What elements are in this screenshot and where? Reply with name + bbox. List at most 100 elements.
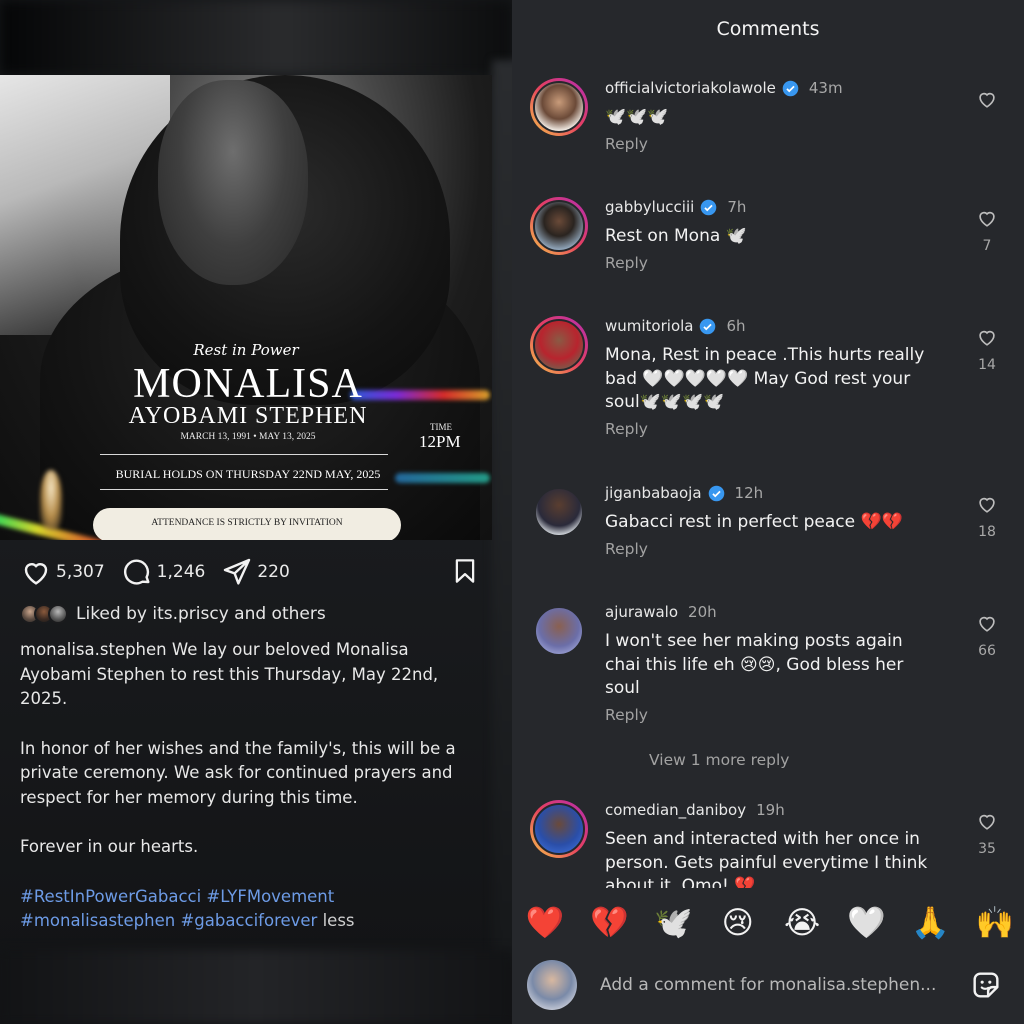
comment-like-count: 18 <box>978 524 996 540</box>
comment-username[interactable]: ajurawalo <box>605 603 678 621</box>
comment-like-count: 7 <box>982 238 992 254</box>
comment-username[interactable]: gabbylucciii <box>605 198 694 216</box>
avatar[interactable] <box>530 800 588 858</box>
poster-burial-info: BURIAL HOLDS ON THURSDAY 22ND MAY, 2025 <box>115 467 381 481</box>
liked-by-text: Liked by its.priscy and others <box>76 604 326 624</box>
emoji-dove[interactable]: 🕊️ <box>654 903 694 943</box>
candle-glow <box>40 470 62 530</box>
comment-like-button[interactable]: 7 <box>972 207 1002 254</box>
comment-like-count: 35 <box>978 841 996 857</box>
post-image[interactable]: Rest in Power MONALISA AYOBAMI STEPHEN M… <box>0 75 492 540</box>
poster-dates: MARCH 13, 1991 • MAY 13, 2025 <box>180 432 316 442</box>
save-button[interactable] <box>450 555 480 591</box>
avatar[interactable] <box>530 197 588 255</box>
reply-button[interactable]: Reply <box>605 540 935 558</box>
avatar[interactable] <box>530 78 588 136</box>
emoji-crying[interactable]: 😢 <box>718 903 758 943</box>
heart-icon <box>979 497 995 513</box>
comment-text: 🕊️🕊️🕊️ <box>605 107 669 127</box>
poster-divider <box>100 489 388 490</box>
comment-time: 12h <box>734 484 764 502</box>
liker-avatar <box>48 604 68 624</box>
emoji-raised-hands[interactable]: 🙌 <box>975 903 1015 943</box>
poster-time: 12PM <box>419 432 461 451</box>
comment-time: 43m <box>808 79 843 97</box>
avatar-image <box>533 319 585 371</box>
caption-paragraph: In honor of her wishes and the family's,… <box>20 738 456 807</box>
verified-badge-icon <box>700 318 716 334</box>
emoji-folded-hands[interactable]: 🙏 <box>911 903 951 943</box>
reply-button[interactable]: Reply <box>605 135 935 153</box>
caption-paragraph: Forever in our hearts. <box>20 837 199 856</box>
heart-icon <box>979 330 995 346</box>
avatar-image <box>534 606 584 656</box>
reply-button[interactable]: Reply <box>605 254 935 272</box>
liked-by-row[interactable]: Liked by its.priscy and others <box>20 604 326 624</box>
avatar-image <box>533 200 585 252</box>
emoji-red-heart[interactable]: ❤️ <box>525 903 565 943</box>
blurred-backdrop-bottom <box>0 950 512 1024</box>
comment-button[interactable]: 1,246 <box>121 556 206 588</box>
share-count: 220 <box>257 562 290 582</box>
reply-button[interactable]: Reply <box>605 420 935 438</box>
like-button[interactable]: 5,307 <box>20 556 105 588</box>
caption-paragraph: monalisa.stephen We lay our beloved Mona… <box>20 640 439 708</box>
comment-like-button[interactable] <box>972 88 1002 119</box>
heart-icon <box>979 211 995 227</box>
comment-username[interactable]: jiganbabaoja <box>605 484 702 502</box>
comment-text: Mona, Rest in peace .This hurts really b… <box>605 345 925 412</box>
comment-like-button[interactable]: 35 <box>972 810 1002 857</box>
caption-hashtags[interactable]: #monalisastephen #gabacciforever <box>20 911 317 930</box>
comment-like-count: 14 <box>978 357 996 373</box>
comment-like-button[interactable]: 14 <box>972 326 1002 373</box>
heart-icon <box>979 616 995 632</box>
emoji-sobbing[interactable]: 😭 <box>782 903 822 943</box>
share-button[interactable]: 220 <box>221 556 290 588</box>
heart-icon <box>979 92 995 108</box>
comment-username[interactable]: officialvictoriakolawole <box>605 79 776 97</box>
comment-time: 20h <box>688 603 717 621</box>
poster-attendance-note: ATTENDANCE IS STRICTLY BY INVITATION <box>93 508 401 540</box>
comment-input[interactable]: Add a comment for monalisa.stephen... <box>600 975 955 995</box>
current-user-avatar <box>527 960 577 1010</box>
poster-subname: AYOBAMI STEPHEN <box>128 403 368 429</box>
post-action-bar: 5,307 1,246 220 <box>20 555 480 589</box>
emoji-broken-heart[interactable]: 💔 <box>589 903 629 943</box>
blurred-backdrop-top <box>0 0 512 75</box>
avatar-image <box>533 81 585 133</box>
poster-time-label: TIME <box>430 422 452 432</box>
comment-like-count: 66 <box>978 643 996 659</box>
heart-icon <box>24 563 48 585</box>
caption-hashtags[interactable]: #RestInPowerGabacci #LYFMovement <box>20 887 334 906</box>
comment-like-button[interactable]: 66 <box>972 612 1002 659</box>
comment-text: I won't see her making posts again chai … <box>605 631 904 698</box>
comment-time: 6h <box>726 317 746 335</box>
view-more-replies-button[interactable]: View 1 more reply <box>649 751 789 769</box>
verified-badge-icon <box>708 485 724 501</box>
avatar[interactable] <box>530 316 588 374</box>
poster-script-title: Rest in Power <box>193 341 299 359</box>
poster-figure-face <box>158 80 308 285</box>
comment-text: Gabacci rest in perfect peace 💔💔 <box>605 512 903 532</box>
avatar-image <box>534 487 584 537</box>
comment-username[interactable]: wumitoriola <box>605 317 693 335</box>
reply-button[interactable]: Reply <box>605 706 935 724</box>
like-count: 5,307 <box>56 562 105 582</box>
send-icon <box>224 558 251 585</box>
emoji-white-heart[interactable]: 🤍 <box>846 903 886 943</box>
quick-emoji-bar: ❤️ 💔 🕊️ 😢 😭 🤍 🙏 🙌 <box>525 903 1015 943</box>
comment-like-button[interactable]: 18 <box>972 493 1002 540</box>
comment-icon <box>123 559 150 585</box>
avatar-image <box>533 803 585 855</box>
sticker-icon[interactable] <box>969 968 1003 1002</box>
comment-time: 19h <box>756 801 785 819</box>
comment-count: 1,246 <box>156 562 206 582</box>
comment-username[interactable]: comedian_daniboy <box>605 801 746 819</box>
post-caption: monalisa.stephen We lay our beloved Mona… <box>20 638 480 934</box>
caption-less-link[interactable]: less <box>323 911 355 930</box>
heart-icon <box>979 814 995 830</box>
avatar[interactable] <box>530 602 588 660</box>
comment-text: Seen and interacted with her once in per… <box>605 829 928 888</box>
verified-badge-icon <box>782 80 799 96</box>
avatar[interactable] <box>530 483 588 541</box>
